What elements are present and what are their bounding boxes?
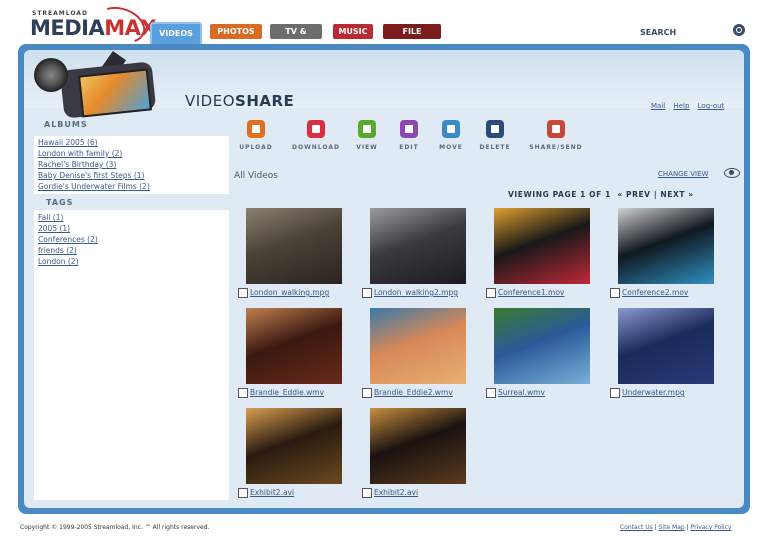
video-filename-link[interactable]: London_walking.mpg [250,288,329,297]
video-select-checkbox[interactable] [238,388,248,398]
logout-link[interactable]: Log-out [698,102,725,110]
video-select-checkbox[interactable] [486,388,496,398]
search-input[interactable] [688,24,732,40]
share-icon [547,120,565,138]
camcorder-screen-graphic [77,68,153,118]
contact-us-link[interactable]: Contact Us [620,524,653,531]
video-thumbnail[interactable] [370,308,466,384]
view-button[interactable]: VIEW [354,120,380,151]
video-select-checkbox[interactable] [362,288,372,298]
album-link[interactable]: Hawaii 2005 (6) [38,138,98,147]
privacy-policy-link[interactable]: Privacy Policy [691,524,732,531]
video-filename-link[interactable]: Brandie_Eddie.wmv [250,388,324,397]
logo-media-text: MEDIA [30,16,105,40]
trash-icon [486,120,504,138]
album-link[interactable]: London with family (2) [38,149,122,158]
pagination-separator: | [653,190,658,199]
video-thumbnail[interactable] [246,408,342,484]
video-select-checkbox[interactable] [362,488,372,498]
tab-photos[interactable]: PHOTOS [210,24,262,39]
video-thumbnail[interactable] [618,208,714,284]
delete-label: DELETE [479,144,511,151]
video-filename-link[interactable]: London_walking2.mpg [374,288,458,297]
tag-link[interactable]: 2005 (1) [38,224,70,233]
section-title-light: VIDEO [185,92,236,110]
album-link[interactable]: Baby Denise's first Steps (1) [38,171,144,180]
move-label: MOVE [439,144,463,151]
tab-tv-movie[interactable]: TV & MOVIE [270,24,322,51]
download-button[interactable]: DOWNLOAD [288,120,344,151]
video-thumbnail[interactable] [370,408,466,484]
page-indicator: VIEWING PAGE 1 OF 1 [508,190,611,199]
upload-label: UPLOAD [239,144,273,151]
download-label: DOWNLOAD [292,144,340,151]
video-filename-link[interactable]: Exhibit2.avi [250,488,294,497]
download-icon [307,120,325,138]
play-icon [358,120,376,138]
view-label: VIEW [356,144,378,151]
video-select-checkbox[interactable] [486,288,496,298]
eye-icon[interactable] [724,168,740,178]
video-thumbnail[interactable] [494,308,590,384]
album-link[interactable]: Rachel's Birthday (3) [38,160,116,169]
logo-swoosh-icon [91,0,151,50]
video-thumbnail[interactable] [618,308,714,384]
delete-button[interactable]: DELETE [478,120,512,151]
tag-link[interactable]: London (2) [38,257,79,266]
site-map-link[interactable]: Site Map [659,524,685,531]
video-filename-link[interactable]: Exhibit2.avi [374,488,418,497]
camera-lens-graphic [34,58,68,92]
tab-videos[interactable]: VIDEOS [150,22,202,46]
album-link[interactable]: Gordie's Underwater Films (2) [38,182,150,191]
share-send-label: SHARE/SEND [529,144,583,151]
tag-link[interactable]: friends (2) [38,246,77,255]
account-links: Mail Help Log-out [645,102,724,110]
tag-link[interactable]: Conferences (2) [38,235,98,244]
pagination: VIEWING PAGE 1 OF 1 « PREV | NEXT » [508,190,694,199]
upload-button[interactable]: UPLOAD [236,120,276,151]
next-page-link[interactable]: NEXT » [660,190,693,199]
albums-heading: ALBUMS [44,120,88,129]
help-link[interactable]: Help [673,102,689,110]
video-filename-link[interactable]: Conference2.mov [622,288,688,297]
video-select-checkbox[interactable] [610,288,620,298]
video-thumbnail[interactable] [246,308,342,384]
upload-icon [247,120,265,138]
video-filename-link[interactable]: Brandie_Eddie2.wmv [374,388,453,397]
share-send-button[interactable]: SHARE/SEND [528,120,584,151]
edit-icon [400,120,418,138]
search-icon[interactable] [733,24,745,36]
mail-link[interactable]: Mail [651,102,665,110]
search-label: SEARCH [640,28,677,37]
edit-button[interactable]: EDIT [396,120,422,151]
move-button[interactable]: MOVE [436,120,466,151]
video-select-checkbox[interactable] [610,388,620,398]
video-filename-link[interactable]: Underwater.mpg [622,388,685,397]
tag-link[interactable]: Fall (1) [38,213,63,222]
section-title: VIDEOSHARE [185,92,294,110]
change-view-link[interactable]: CHANGE VIEW [658,170,708,178]
list-heading: All Videos [234,171,278,181]
video-filename-link[interactable]: Conference1.mov [498,288,564,297]
video-thumbnail[interactable] [370,208,466,284]
tags-heading: TAGS [46,198,74,207]
video-thumbnail[interactable] [246,208,342,284]
video-thumbnail[interactable] [494,208,590,284]
tab-music[interactable]: MUSIC [333,24,373,39]
section-title-bold: SHARE [235,92,295,110]
edit-label: EDIT [399,144,419,151]
move-icon [442,120,460,138]
video-select-checkbox[interactable] [362,388,372,398]
tab-file-manager[interactable]: FILE MANAGE [383,24,441,51]
video-select-checkbox[interactable] [238,288,248,298]
video-filename-link[interactable]: Surreal.wmv [498,388,545,397]
copyright-text: Copyright © 1999-2005 Streamload, Inc. ™… [20,524,210,531]
video-select-checkbox[interactable] [238,488,248,498]
prev-page-link[interactable]: « PREV [617,190,650,199]
footer-links: Contact Us | Site Map | Privacy Policy [620,524,731,531]
